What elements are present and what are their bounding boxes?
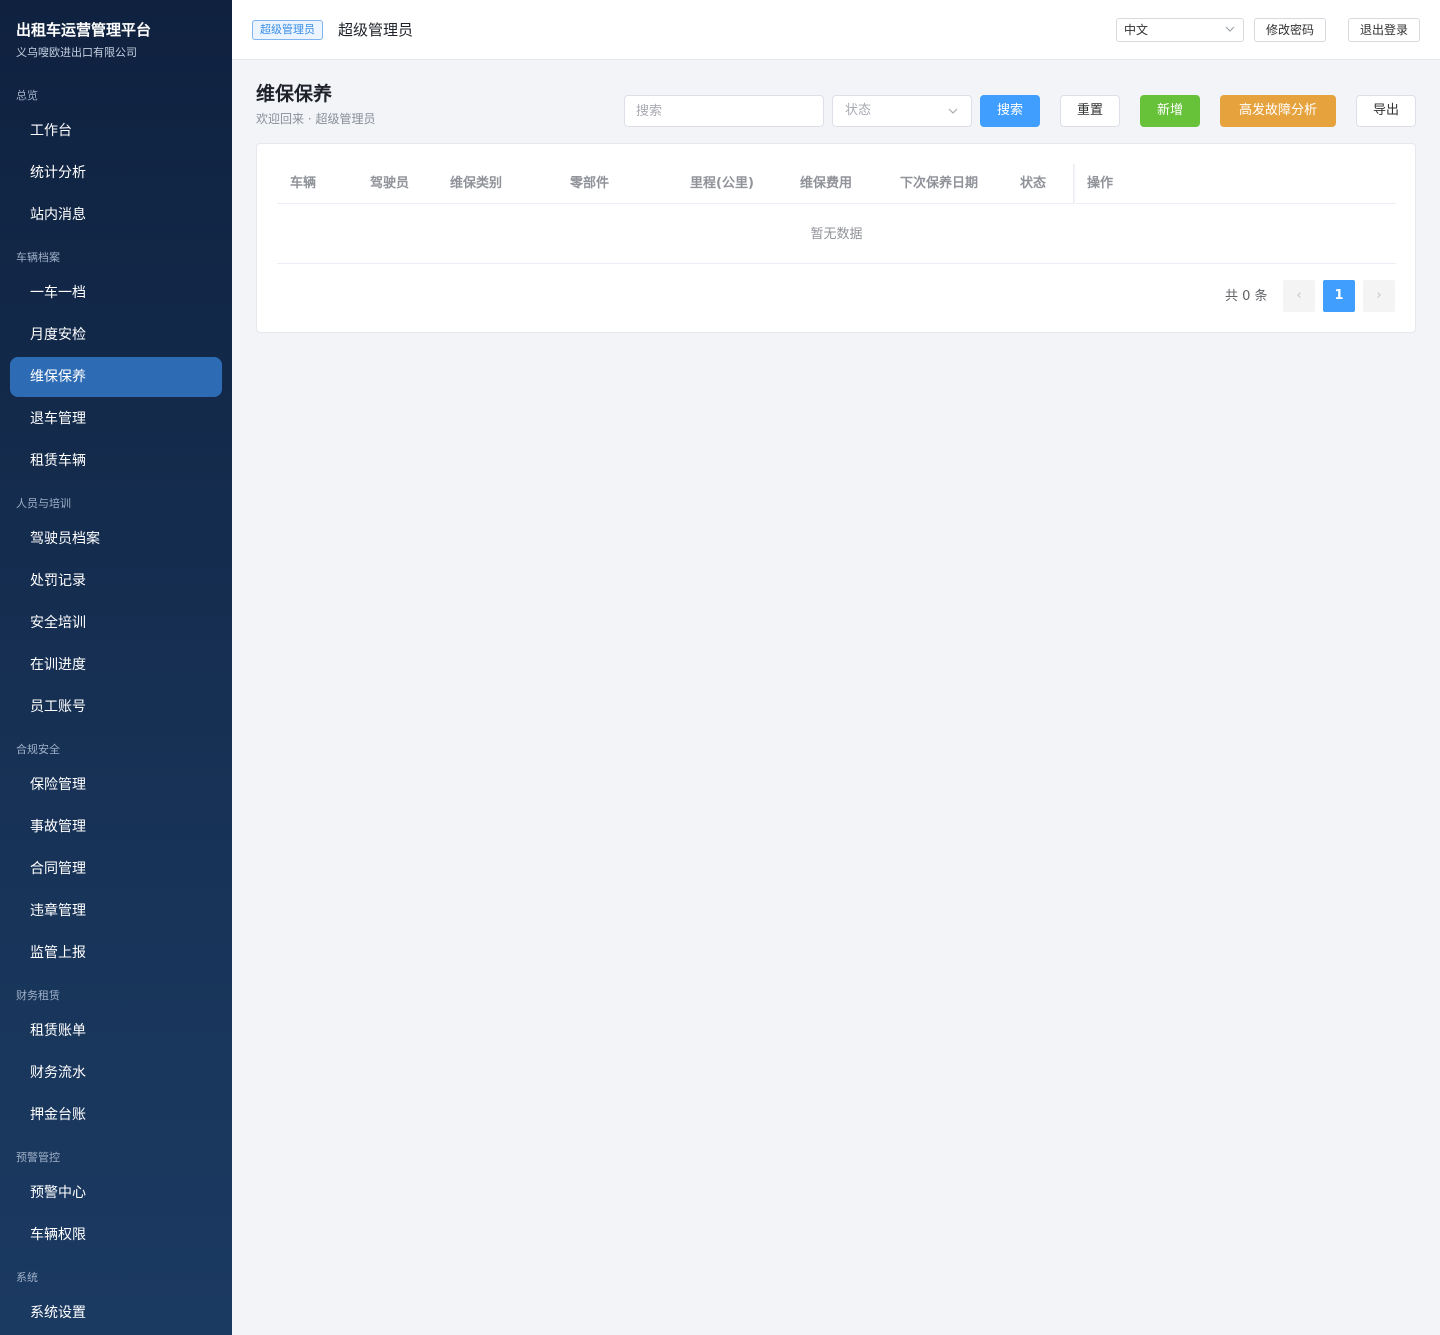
sidebar-item-vehicle-permissions[interactable]: 车辆权限 — [10, 1215, 222, 1255]
search-button[interactable]: 搜索 — [980, 95, 1040, 127]
sidebar-item-system-settings[interactable]: 系统设置 — [10, 1293, 222, 1333]
column-header-mileage[interactable]: 里程(公里) — [690, 164, 754, 204]
column-header-vehicle[interactable]: 车辆 — [290, 164, 316, 204]
sidebar-item-monthly-inspection[interactable]: 月度安检 — [10, 315, 222, 355]
logout-button[interactable]: 退出登录 — [1348, 18, 1420, 42]
nav-section-overview: 总览 — [16, 89, 38, 102]
language-select[interactable]: 中文 — [1116, 18, 1244, 42]
nav-section-system: 系统 — [16, 1271, 38, 1284]
sidebar-item-penalty-records[interactable]: 处罚记录 — [10, 561, 222, 601]
reset-button[interactable]: 重置 — [1060, 95, 1120, 127]
chevron-down-icon — [1225, 22, 1235, 36]
sidebar-item-maintenance[interactable]: 维保保养 — [10, 357, 222, 397]
company-name: 义乌嗖欧进出口有限公司 — [16, 46, 137, 59]
chevron-right-icon: › — [1376, 288, 1382, 303]
sidebar-item-workbench[interactable]: 工作台 — [10, 111, 222, 151]
sidebar-item-contracts[interactable]: 合同管理 — [10, 849, 222, 889]
pagination-next-button[interactable]: › — [1363, 280, 1395, 312]
status-select[interactable]: 状态 — [832, 95, 972, 127]
add-button[interactable]: 新增 — [1140, 95, 1200, 127]
pagination-total: 共 0 条 — [1225, 289, 1268, 304]
sidebar-item-accidents[interactable]: 事故管理 — [10, 807, 222, 847]
column-header-cost[interactable]: 维保费用 — [800, 164, 852, 204]
fixed-column-divider — [1073, 164, 1076, 204]
sidebar-item-messages[interactable]: 站内消息 — [10, 195, 222, 235]
table-header: 车辆 驾驶员 维保类别 零部件 里程(公里) 维保费用 下次保养日期 状态 操作 — [277, 164, 1396, 204]
page-title: 维保保养 — [256, 83, 333, 105]
empty-state: 暂无数据 — [277, 205, 1396, 264]
brand: 出租车运营管理平台 义乌嗖欧进出口有限公司 — [0, 0, 232, 80]
change-password-button[interactable]: 修改密码 — [1254, 18, 1326, 42]
sidebar-item-training-progress[interactable]: 在训进度 — [10, 645, 222, 685]
column-header-driver[interactable]: 驾驶员 — [370, 164, 409, 204]
sidebar: 出租车运营管理平台 义乌嗖欧进出口有限公司 总览 工作台 统计分析 站内消息 车… — [0, 0, 232, 1335]
current-user-name: 超级管理员 — [338, 21, 414, 39]
column-header-next-maintenance-date[interactable]: 下次保养日期 — [900, 164, 978, 204]
language-value: 中文 — [1124, 23, 1149, 37]
nav-section-alerts: 预警管控 — [16, 1151, 60, 1164]
nav-section-personnel: 人员与培训 — [16, 497, 71, 510]
fault-analysis-button[interactable]: 高发故障分析 — [1220, 95, 1336, 127]
sidebar-item-alert-center[interactable]: 预警中心 — [10, 1173, 222, 1213]
app-title: 出租车运营管理平台 — [16, 21, 152, 39]
nav-section-compliance: 合规安全 — [16, 743, 60, 756]
maintenance-table-card: 车辆 驾驶员 维保类别 零部件 里程(公里) 维保费用 下次保养日期 状态 操作… — [256, 143, 1416, 333]
column-header-parts[interactable]: 零部件 — [570, 164, 609, 204]
column-header-maintenance-type[interactable]: 维保类别 — [450, 164, 502, 204]
column-header-status[interactable]: 状态 — [1020, 164, 1046, 204]
nav-section-finance: 财务租赁 — [16, 989, 60, 1002]
sidebar-item-regulatory-report[interactable]: 监管上报 — [10, 933, 222, 973]
page-subtitle: 欢迎回来 · 超级管理员 — [256, 112, 376, 126]
role-badge: 超级管理员 — [252, 20, 323, 40]
sidebar-item-vehicle-file[interactable]: 一车一档 — [10, 273, 222, 313]
sidebar-item-statistics[interactable]: 统计分析 — [10, 153, 222, 193]
sidebar-item-leased-vehicles[interactable]: 租赁车辆 — [10, 441, 222, 481]
sidebar-item-staff-accounts[interactable]: 员工账号 — [10, 687, 222, 727]
pagination-page-1[interactable]: 1 — [1323, 280, 1355, 312]
sidebar-item-deposit-ledger[interactable]: 押金台账 — [10, 1095, 222, 1135]
search-input[interactable] — [624, 95, 824, 127]
export-button[interactable]: 导出 — [1356, 95, 1416, 127]
sidebar-item-finance-flow[interactable]: 财务流水 — [10, 1053, 222, 1093]
pagination-prev-button[interactable]: ‹ — [1283, 280, 1315, 312]
chevron-down-icon — [947, 96, 959, 139]
sidebar-item-violations[interactable]: 违章管理 — [10, 891, 222, 931]
top-header: 超级管理员 超级管理员 中文 修改密码 退出登录 — [232, 0, 1440, 60]
chevron-left-icon: ‹ — [1296, 288, 1302, 303]
status-placeholder: 状态 — [845, 103, 872, 118]
sidebar-item-driver-file[interactable]: 驾驶员档案 — [10, 519, 222, 559]
sidebar-item-vehicle-return[interactable]: 退车管理 — [10, 399, 222, 439]
nav-section-vehicle-archive: 车辆档案 — [16, 251, 60, 264]
sidebar-item-insurance[interactable]: 保险管理 — [10, 765, 222, 805]
column-header-actions: 操作 — [1087, 176, 1114, 191]
sidebar-item-safety-training[interactable]: 安全培训 — [10, 603, 222, 643]
sidebar-item-lease-bills[interactable]: 租赁账单 — [10, 1011, 222, 1051]
